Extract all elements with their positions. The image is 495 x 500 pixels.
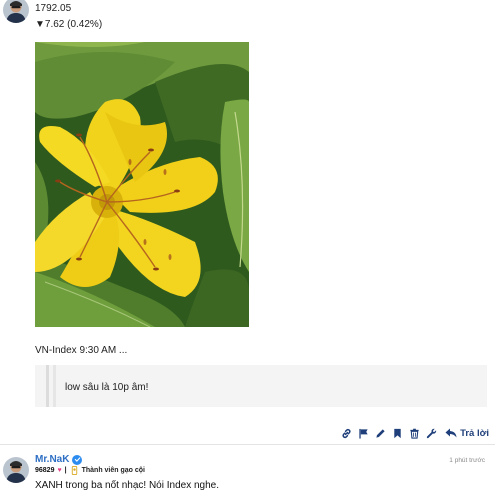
user-meta: 96829 ♥ | Thành viên gạo cội [35, 466, 145, 475]
wrench-icon[interactable] [423, 426, 439, 440]
bookmark-icon[interactable] [389, 426, 405, 440]
delete-icon[interactable] [406, 426, 422, 440]
quote-bar [46, 365, 49, 407]
medal-icon [71, 466, 77, 475]
post-caption: VN-Index 9:30 AM ... [35, 345, 128, 356]
post-body-text: XANH trong ba nốt nhạc! Nói Index nghe. [35, 480, 220, 491]
edit-icon[interactable] [372, 426, 388, 440]
link-icon[interactable] [338, 426, 354, 440]
quote-block: low sâu là 10p âm! [35, 365, 487, 407]
avatar[interactable] [3, 457, 29, 483]
index-change: ▼7.62 (0.42%) [35, 19, 103, 30]
reply-button[interactable]: Trả lời [445, 428, 489, 439]
quote-bar-nested [53, 365, 56, 407]
post-image[interactable] [35, 42, 249, 327]
meta-separator: | [64, 467, 67, 474]
index-value: 1792.05 [35, 3, 72, 14]
post-timestamp[interactable]: 1 phút trước [449, 457, 485, 464]
heart-icon: ♥ [57, 467, 62, 474]
rank-badge: Thành viên gạo cội [70, 466, 145, 475]
flag-icon[interactable] [355, 426, 371, 440]
avatar[interactable] [3, 0, 29, 23]
reply-icon [445, 428, 457, 438]
username-link[interactable]: Mr.NaK [35, 454, 83, 465]
user-score: 96829 [35, 467, 55, 474]
verified-icon [72, 454, 83, 465]
post-actions: Trả lời [337, 426, 489, 440]
reply-label: Trả lời [460, 427, 489, 439]
quote-text: low sâu là 10p âm! [65, 382, 149, 393]
rank-label: Thành viên gạo cội [81, 467, 145, 474]
username[interactable]: Mr.NaK [35, 454, 69, 465]
